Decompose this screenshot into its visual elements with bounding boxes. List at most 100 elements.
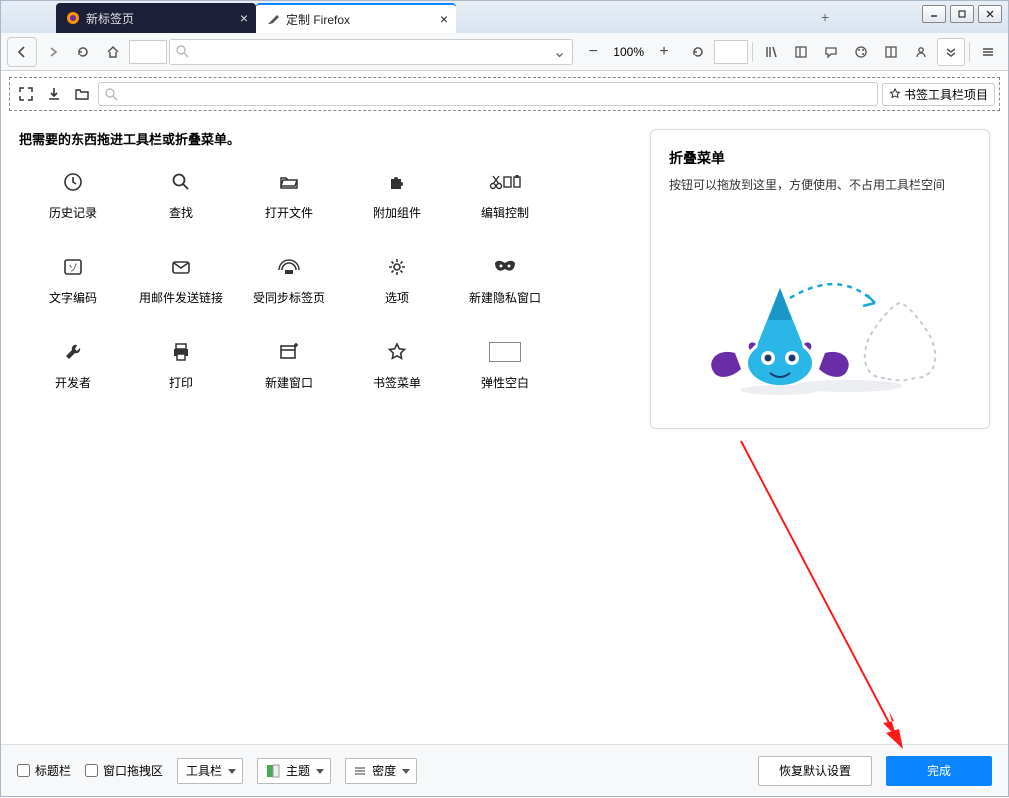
home-button[interactable] [99,38,127,66]
dropdown-label: 主题 [286,762,310,779]
palette-item-label: 打印 [169,374,193,391]
search-icon [105,88,118,101]
palette-item-openfile[interactable]: 打开文件 [235,166,343,221]
menu-button[interactable] [974,38,1002,66]
palette-item-emaillink[interactable]: 用邮件发送链接 [127,251,235,306]
palette-item-encoding[interactable]: ゾ 文字编码 [19,251,127,306]
palette-item-label: 新建窗口 [265,374,313,391]
dragarea-checkbox[interactable]: 窗口拖拽区 [85,762,163,779]
close-icon[interactable]: × [240,10,248,26]
palette-item-label: 用邮件发送链接 [139,289,223,306]
search-icon [165,166,197,198]
divider [969,42,970,62]
checkbox-input[interactable] [17,764,30,777]
palette: 把需要的东西拖进工具栏或折叠菜单。 历史记录 查找 打开文件 附加组件 编辑控制 [19,129,630,429]
palette-item-private[interactable]: 新建隐私窗口 [451,251,559,306]
palette-title: 把需要的东西拖进工具栏或折叠菜单。 [19,129,630,148]
tab-label: 定制 Firefox [286,11,350,28]
close-icon[interactable]: × [440,11,448,27]
checkbox-input[interactable] [85,764,98,777]
palette-item-developer[interactable]: 开发者 [19,336,127,391]
tab-newtab[interactable]: 新标签页 × [56,3,256,33]
button-label: 完成 [927,764,951,778]
reader-icon[interactable] [877,38,905,66]
restore-defaults-button[interactable]: 恢复默认设置 [758,756,872,786]
overflow-panel[interactable]: 折叠菜单 按钮可以拖放到这里，方便使用、不占用工具栏空间 [650,129,990,429]
firefox-icon [66,11,80,25]
checkbox-label: 窗口拖拽区 [103,762,163,779]
library-button[interactable] [757,38,785,66]
palette-item-newwindow[interactable]: 新建窗口 [235,336,343,391]
reload-button[interactable] [69,38,97,66]
done-button[interactable]: 完成 [886,756,992,786]
newtab-button[interactable]: + [821,9,829,25]
url-bar[interactable]: ⌄ [169,39,573,65]
palette-icon[interactable] [847,38,875,66]
titlebar-checkbox[interactable]: 标题栏 [17,762,71,779]
forward-button[interactable] [39,38,67,66]
palette-item-synced-tabs[interactable]: 受同步标签页 [235,251,343,306]
folder-open-icon [273,166,305,198]
button-label: 恢复默认设置 [779,764,851,778]
palette-item-label: 编辑控制 [481,204,529,221]
palette-item-addons[interactable]: 附加组件 [343,166,451,221]
customize-main: 把需要的东西拖进工具栏或折叠菜单。 历史记录 查找 打开文件 附加组件 编辑控制 [1,111,1008,429]
palette-item-print[interactable]: 打印 [127,336,235,391]
palette-item-label: 受同步标签页 [253,289,325,306]
zoom-level[interactable]: 100% [609,45,648,59]
close-button[interactable] [978,5,1002,23]
theme-swatch-icon [266,764,280,778]
fullscreen-icon[interactable] [14,82,38,106]
flex-space-slot[interactable] [714,40,748,64]
toolbars-dropdown[interactable]: 工具栏 [177,758,243,784]
bookmarks-toolbar-item[interactable]: 书签工具栏项目 [882,83,995,106]
palette-item-label: 新建隐私窗口 [469,289,541,306]
chat-icon[interactable] [817,38,845,66]
minimize-button[interactable] [922,5,946,23]
download-icon[interactable] [42,82,66,106]
palette-item-editctl[interactable]: 编辑控制 [451,166,559,221]
density-dropdown[interactable]: 密度 [345,758,417,784]
wrench-icon [57,336,89,368]
cut-copy-paste-icon [489,166,521,198]
palette-item-flexspace[interactable]: 弹性空白 [451,336,559,391]
palette-item-preferences[interactable]: 选项 [343,251,451,306]
customize-drop-toolbar[interactable]: 书签工具栏项目 [9,77,1000,111]
palette-item-bookmarks-menu[interactable]: 书签菜单 [343,336,451,391]
synced-tabs-icon [273,251,305,283]
divider [752,42,753,62]
folder-icon[interactable] [70,82,94,106]
overflow-desc: 按钮可以拖放到这里，方便使用、不占用工具栏空间 [669,176,971,195]
palette-item-label: 开发者 [55,374,91,391]
palette-item-history[interactable]: 历史记录 [19,166,127,221]
palette-item-label: 附加组件 [373,204,421,221]
overflow-button[interactable] [937,38,965,66]
gear-icon [381,251,413,283]
paintbrush-icon [266,12,280,26]
palette-grid: 历史记录 查找 打开文件 附加组件 编辑控制 ゾ 文字编码 [19,166,630,391]
palette-item-label: 历史记录 [49,204,97,221]
zoom-out-button[interactable]: − [579,38,607,66]
refresh-icon[interactable] [684,38,712,66]
search-field-slot[interactable] [98,82,878,106]
zoom-in-button[interactable]: + [650,38,678,66]
palette-item-label: 书签菜单 [373,374,421,391]
back-button[interactable] [7,37,37,67]
bookmarks-toolbar-label: 书签工具栏项目 [904,86,988,103]
chevron-down-icon[interactable]: ⌄ [553,42,566,62]
nav-toolbar: ⌄ − 100% + [1,33,1008,71]
tab-customize[interactable]: 定制 Firefox × [256,3,456,33]
palette-item-label: 打开文件 [265,204,313,221]
maximize-button[interactable] [950,5,974,23]
themes-dropdown[interactable]: 主题 [257,758,331,784]
bottom-bar: 标题栏 窗口拖拽区 工具栏 主题 密度 恢复默认设置 完成 [1,744,1008,796]
account-icon[interactable] [907,38,935,66]
flex-space-slot[interactable] [129,40,167,64]
dropdown-label: 密度 [372,762,396,779]
flex-space-icon [489,336,521,368]
palette-item-find[interactable]: 查找 [127,166,235,221]
overflow-title: 折叠菜单 [669,148,971,168]
clock-icon [57,166,89,198]
svg-text:ゾ: ゾ [68,263,77,273]
sidebar-button[interactable] [787,38,815,66]
